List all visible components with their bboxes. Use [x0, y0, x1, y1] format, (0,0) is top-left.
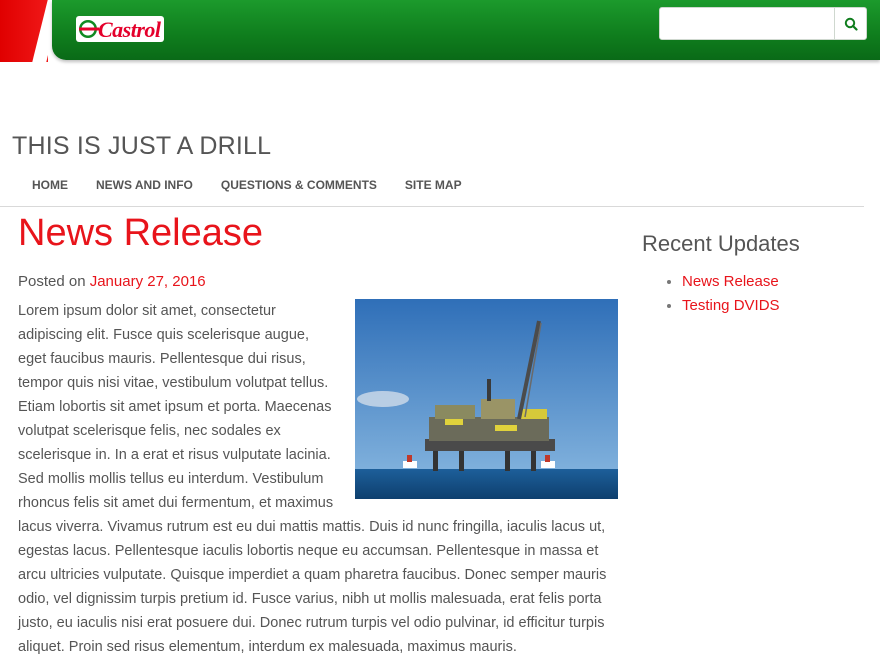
- nav-item-home[interactable]: HOME: [18, 178, 82, 192]
- recent-update-item: News Release: [682, 270, 780, 294]
- post-date-link[interactable]: January 27, 2016: [90, 273, 206, 290]
- nav-item-site-map[interactable]: SITE MAP: [391, 178, 476, 192]
- recent-updates-title: Recent Updates: [642, 231, 800, 256]
- site-title[interactable]: THIS IS JUST A DRILL: [12, 132, 271, 161]
- search-button[interactable]: [834, 8, 866, 39]
- logo-wordmark: Castrol: [98, 17, 161, 42]
- nav-item-news-and-info[interactable]: NEWS AND INFO: [82, 178, 207, 192]
- post-body: Lorem ipsum dolor sit amet, consectetur …: [18, 299, 618, 659]
- castrol-logo[interactable]: Castrol: [76, 14, 166, 44]
- recent-updates-list: News Release Testing DVIDS: [660, 270, 780, 318]
- recent-update-item: Testing DVIDS: [682, 294, 780, 318]
- recent-update-link-testing-dvids[interactable]: Testing DVIDS: [682, 297, 780, 314]
- oil-platform-image: [355, 299, 618, 499]
- search-icon: [844, 17, 858, 31]
- search-input[interactable]: [660, 8, 835, 39]
- main-nav: HOME NEWS AND INFO QUESTIONS & COMMENTS …: [18, 178, 476, 192]
- site-header: Castrol: [0, 0, 880, 62]
- nav-item-questions-comments[interactable]: QUESTIONS & COMMENTS: [207, 178, 391, 192]
- posted-prefix: Posted on: [18, 273, 90, 290]
- recent-update-link-news-release[interactable]: News Release: [682, 273, 779, 290]
- post-title: News Release: [18, 212, 263, 254]
- brand-red-tab: [0, 0, 48, 62]
- nav-divider: [0, 206, 864, 207]
- search-form: [659, 7, 867, 40]
- post-meta: Posted on January 27, 2016: [18, 273, 206, 290]
